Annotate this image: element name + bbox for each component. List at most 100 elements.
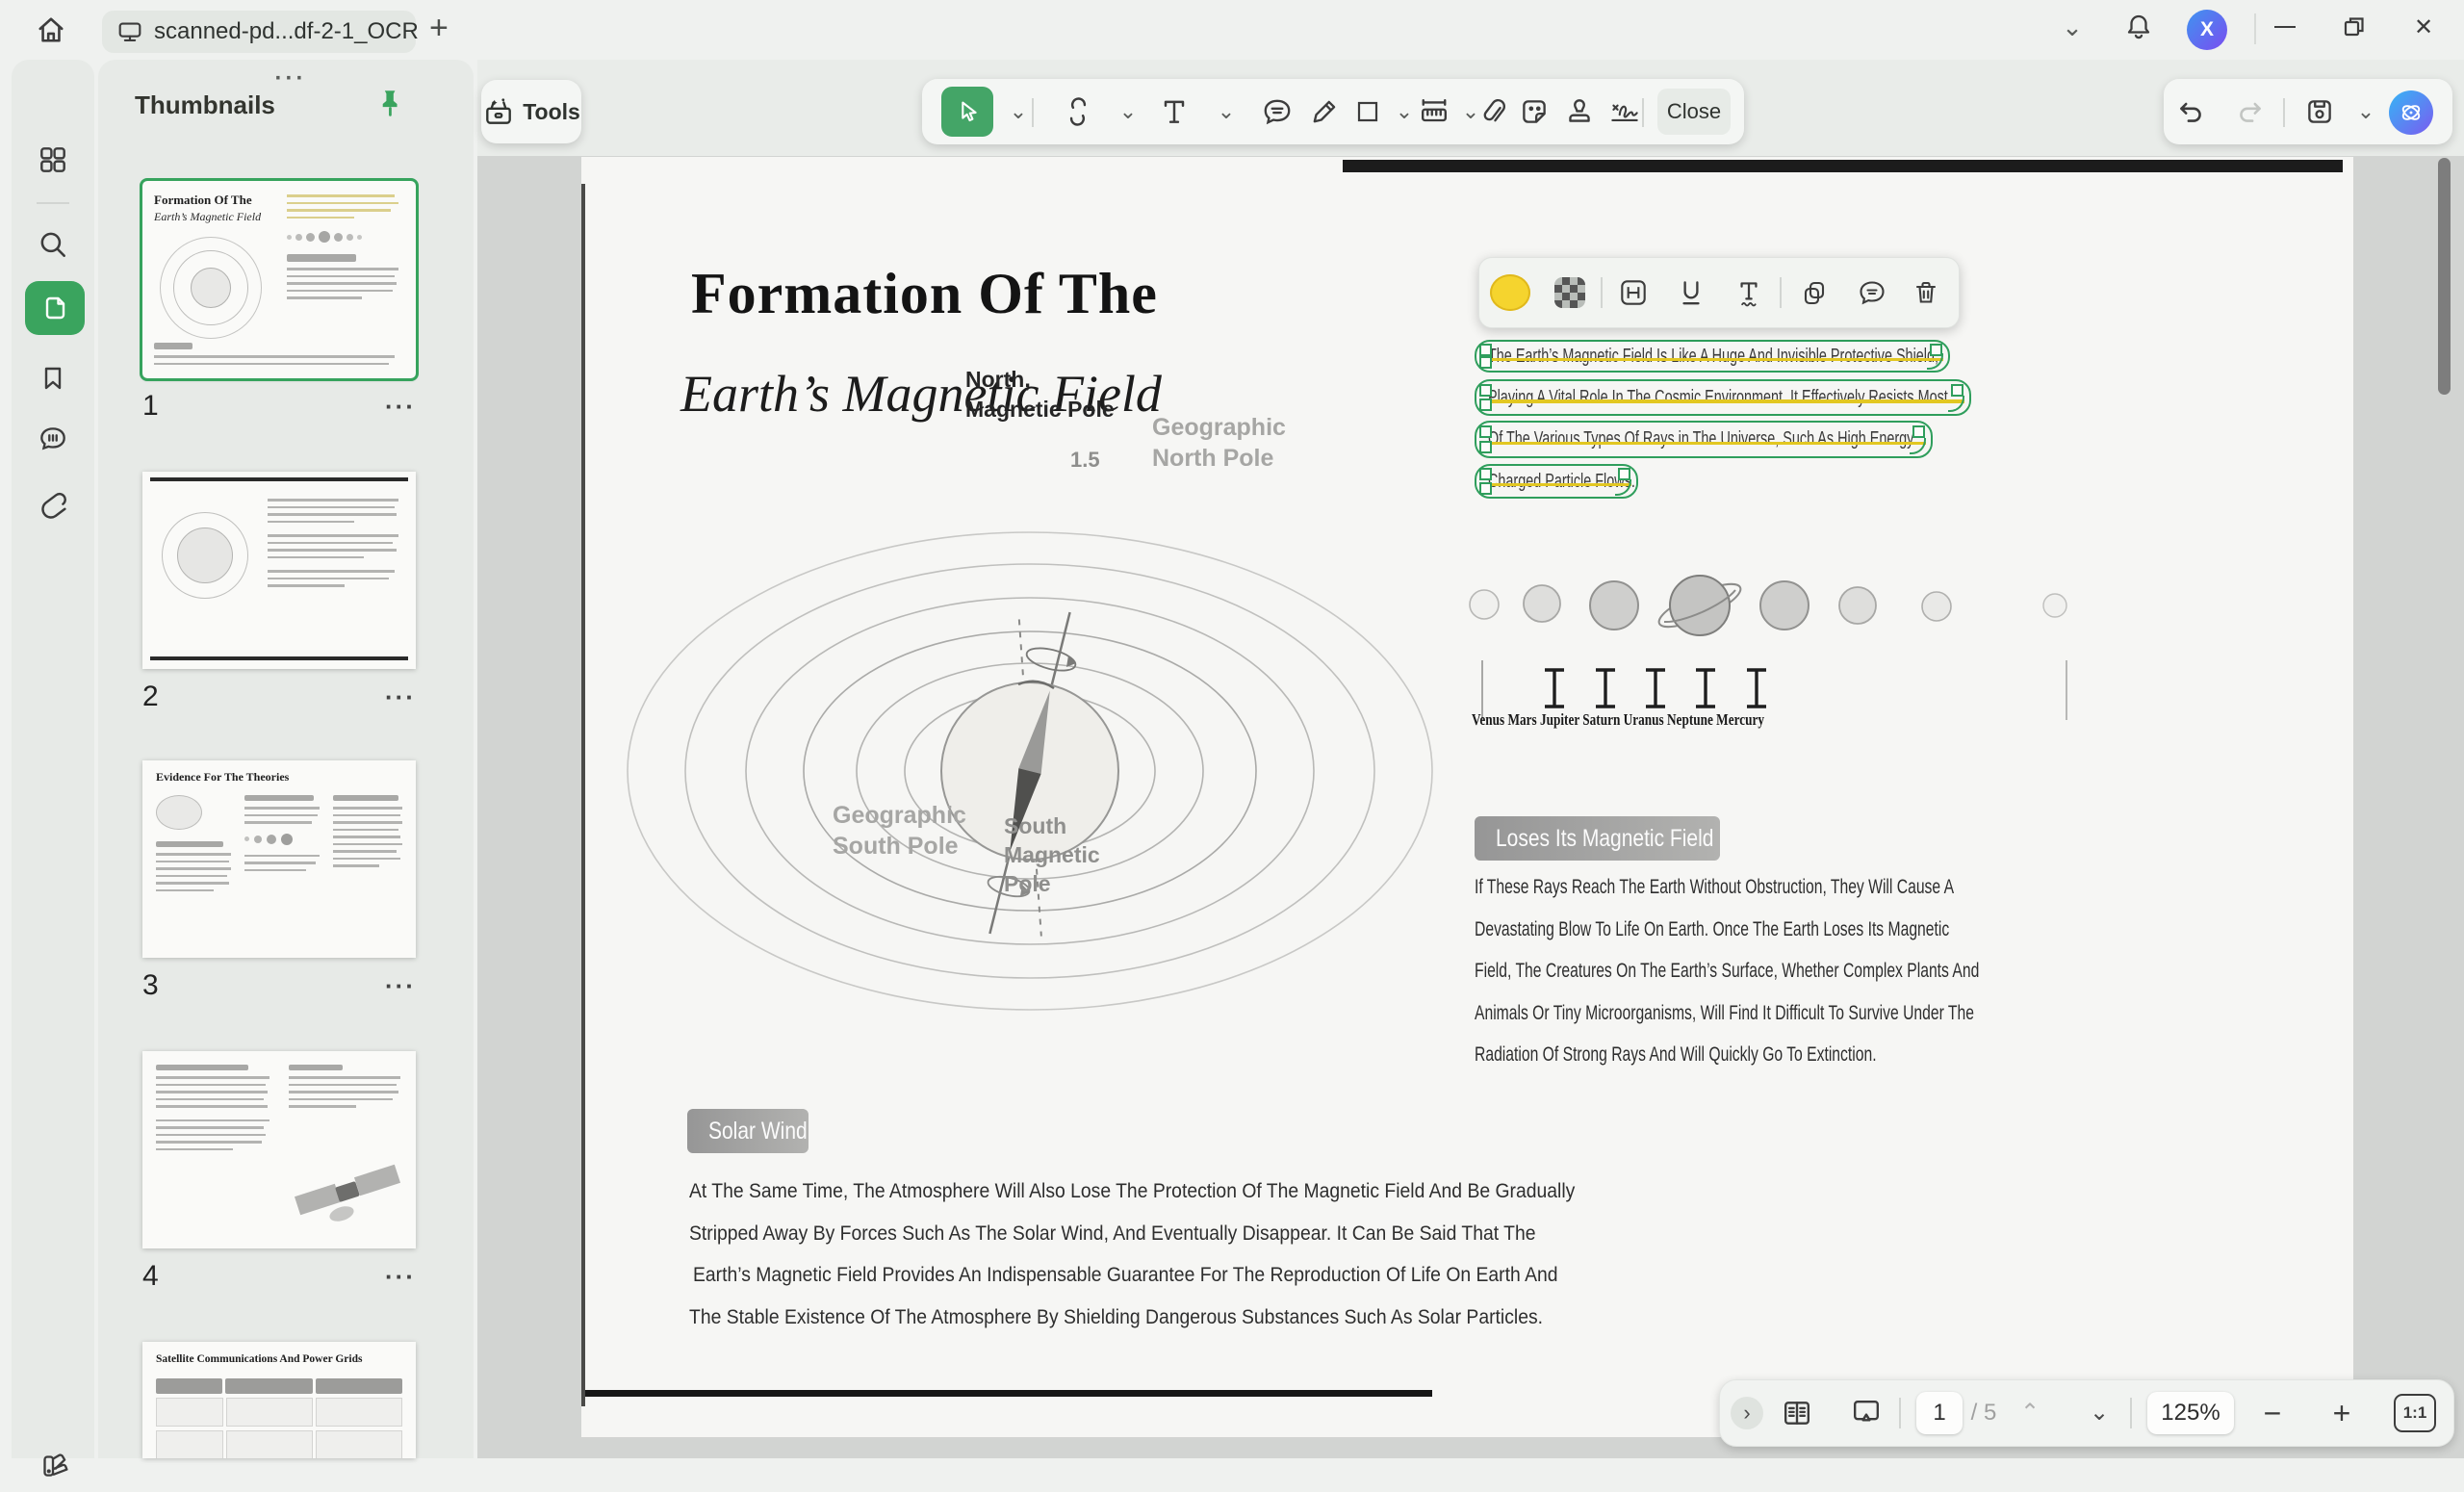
strike-line — [1481, 483, 1631, 487]
signature-tool-button[interactable] — [1604, 90, 1646, 133]
ai-assistant-button[interactable] — [2389, 90, 2433, 135]
zoom-in-button[interactable]: + — [2321, 1392, 2363, 1434]
redo-button[interactable] — [2229, 90, 2272, 133]
underline-tool-button[interactable] — [1670, 271, 1712, 314]
copy-icon — [1799, 277, 1830, 308]
color-swatch-yellow[interactable] — [1489, 271, 1531, 314]
sticker-tool-button[interactable] — [1513, 90, 1555, 133]
tools-button[interactable]: Tools — [481, 80, 581, 143]
thumbnail-page-4[interactable] — [142, 1051, 416, 1248]
restore-button[interactable] — [2333, 8, 2375, 46]
resize-handle[interactable] — [1479, 441, 1492, 453]
delete-annotation-button[interactable] — [1905, 271, 1947, 314]
pencil-tool-button[interactable] — [1303, 90, 1346, 133]
para-line: At The Same Time, The Atmosphere Will Al… — [689, 1179, 1575, 1203]
tab-title: scanned-pd...df-2-1_OCR — [154, 18, 419, 45]
sidebar-item-search[interactable] — [23, 218, 83, 271]
resize-handle[interactable] — [1479, 399, 1492, 411]
strikethrough-annotation[interactable]: Playing A Vital Role In The Cosmic Envir… — [1475, 379, 1971, 416]
resize-handle[interactable] — [1479, 356, 1492, 369]
paragraph-loses: If These Rays Reach The Earth Without Ob… — [1475, 875, 1975, 1085]
close-annotation-button[interactable]: Close — [1657, 89, 1731, 135]
thumbnail-page-1[interactable]: Formation Of The Earth’s Magnetic Field — [142, 181, 416, 378]
zoom-input[interactable] — [2147, 1392, 2234, 1434]
save-dropdown[interactable]: ⌄ — [2345, 90, 2387, 133]
save-button[interactable] — [2298, 90, 2341, 133]
page-layout-button[interactable] — [1774, 1392, 1820, 1434]
minimize-button[interactable] — [2264, 8, 2306, 46]
stamp-icon — [1563, 95, 1596, 128]
undo-button[interactable] — [2169, 90, 2212, 133]
document-tab[interactable]: scanned-pd...df-2-1_OCR — [102, 11, 416, 53]
label-geographic-north-pole: Geographic North Pole — [1152, 412, 1286, 474]
new-tab-button[interactable]: + — [429, 12, 449, 44]
rotate-handle[interactable] — [1948, 396, 1964, 412]
titlebar-divider — [2254, 13, 2256, 44]
tabs-menu-button[interactable]: ⌄ — [2051, 8, 2093, 46]
toolbar-divider — [2283, 98, 2285, 127]
thumb1-section-lines — [287, 254, 400, 304]
resize-handle[interactable] — [1479, 482, 1492, 495]
thumb5-table-row1 — [156, 1398, 402, 1427]
rotate-handle[interactable] — [1927, 353, 1943, 370]
thumb2-menu-button[interactable]: ··· — [385, 682, 416, 712]
resize-handle[interactable] — [1479, 425, 1492, 438]
comment-annotation-button[interactable] — [1851, 271, 1893, 314]
copy-annotation-button[interactable] — [1793, 271, 1835, 314]
sidebar-item-pages[interactable] — [25, 281, 85, 335]
resize-handle[interactable] — [1479, 344, 1492, 356]
present-button[interactable] — [1843, 1392, 1889, 1434]
rotate-handle[interactable] — [1910, 438, 1926, 454]
para-line: Radiation Of Strong Rays And Will Quickl… — [1475, 1042, 1877, 1067]
select-tool-button[interactable] — [941, 87, 993, 137]
close-window-button[interactable]: ✕ — [2402, 8, 2445, 46]
text-tool-button[interactable] — [1153, 90, 1195, 133]
thumb4-menu-button[interactable]: ··· — [385, 1262, 416, 1292]
home-button[interactable] — [21, 8, 81, 52]
comment-bubble-icon — [1857, 277, 1887, 308]
text-T-icon — [1157, 94, 1192, 129]
strikethrough-annotation[interactable]: Charged Particle Flows. — [1475, 464, 1638, 499]
page-input[interactable] — [1916, 1392, 1963, 1434]
avatar[interactable]: X — [2187, 10, 2227, 50]
stamp-tool-button[interactable] — [1558, 90, 1601, 133]
strikethrough-annotation[interactable]: The Earth’s Magnetic Field Is Like A Hug… — [1475, 340, 1950, 373]
underline-U-icon — [1675, 276, 1707, 309]
resize-handle[interactable] — [1479, 468, 1492, 480]
sidebar-item-apps[interactable] — [23, 133, 83, 187]
text-tool-dropdown[interactable]: ⌄ — [1205, 90, 1247, 133]
document-canvas[interactable]: Formation Of The Earth’s Magnetic Field — [477, 156, 2464, 1458]
resize-handle[interactable] — [1912, 425, 1925, 438]
vertical-scrollbar[interactable] — [2438, 158, 2451, 395]
thumb1-menu-button[interactable]: ··· — [385, 392, 416, 422]
opacity-swatch[interactable] — [1549, 271, 1591, 314]
close-label: Close — [1667, 99, 1721, 124]
label-south-magnetic-pole: South Magnetic Pole — [1004, 811, 1100, 898]
comment-tool-button[interactable] — [1256, 90, 1298, 133]
strikethrough-tool-dropdown[interactable]: ⌄ — [1107, 90, 1149, 133]
notifications-button[interactable] — [2118, 8, 2160, 46]
sidebar-item-bookmarks[interactable] — [23, 350, 83, 404]
thumbnail-page-2[interactable] — [142, 472, 416, 669]
strikethrough-annotation[interactable]: Of The Various Types Of Rays in The Univ… — [1475, 421, 1933, 458]
thumb3-col2 — [244, 795, 321, 876]
expand-statusbar-button[interactable]: › — [1728, 1392, 1766, 1434]
sidebar-item-themes[interactable] — [23, 1438, 83, 1492]
strikethrough-tool-button[interactable] — [1057, 90, 1099, 133]
zoom-out-button[interactable]: − — [2251, 1392, 2294, 1434]
actual-size-button[interactable]: 1:1 — [2392, 1392, 2438, 1434]
thumbnail-page-3[interactable]: Evidence For The Theories — [142, 760, 416, 958]
squiggly-underline-tool-button[interactable] — [1728, 271, 1770, 314]
sidebar-item-attachments[interactable] — [23, 476, 83, 529]
panel-drag-handle[interactable]: ··· — [262, 65, 320, 92]
resize-handle[interactable] — [1479, 384, 1492, 397]
previous-page-button[interactable]: ⌃ — [2009, 1392, 2051, 1434]
next-page-button[interactable]: ⌄ — [2078, 1392, 2120, 1434]
sidebar-item-comments[interactable] — [23, 412, 83, 466]
rotate-handle[interactable] — [1615, 479, 1631, 496]
highlight-tool-button[interactable] — [1612, 271, 1655, 314]
attach-tool-button[interactable] — [1471, 90, 1513, 133]
thumbnail-page-5[interactable]: Satellite Communications And Power Grids — [142, 1342, 416, 1458]
thumb3-menu-button[interactable]: ··· — [385, 971, 416, 1001]
pin-panel-button[interactable] — [372, 87, 404, 121]
